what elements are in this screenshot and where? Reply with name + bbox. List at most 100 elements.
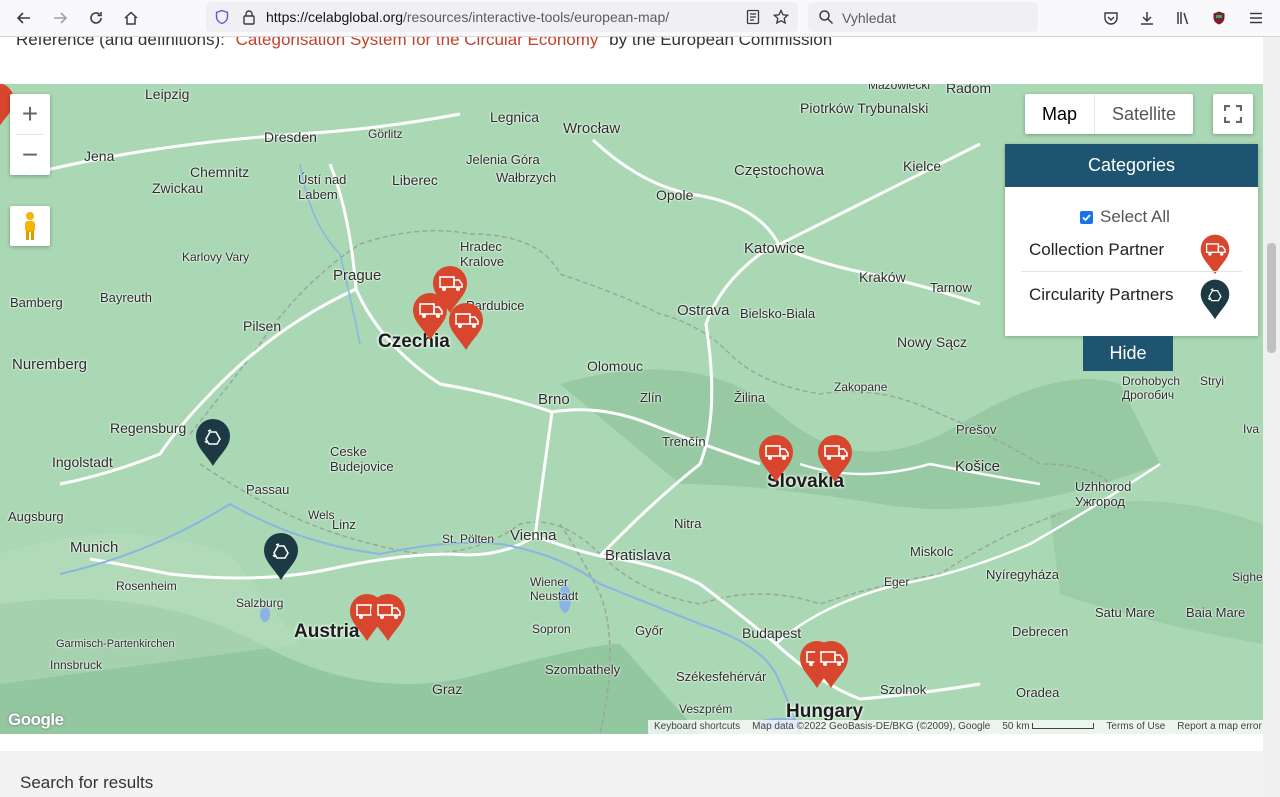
reference-link[interactable]: "Categorisation System for the Circular … [230, 37, 605, 49]
city-label: Hradec Kralove [460, 239, 505, 269]
recycle-icon[interactable] [1199, 278, 1231, 320]
search-bar[interactable]: Vyhledat [808, 2, 1038, 32]
city-label: Opole [656, 187, 694, 203]
city-label: Sopron [532, 622, 571, 636]
city-label: Bamberg [10, 295, 63, 310]
tracking-shield-icon[interactable] [214, 9, 230, 25]
lock-icon[interactable] [242, 9, 256, 25]
map-type-map-button[interactable]: Map [1025, 94, 1096, 134]
menu-icon[interactable] [1244, 6, 1268, 30]
city-label: Uzhhorod Ужгород [1075, 479, 1132, 509]
checkbox-checked-icon[interactable] [1080, 210, 1093, 224]
city-label: Brno [538, 391, 570, 408]
map-canvas[interactable]: Leipzig Dresden Görlitz Legnica Wrocław … [0, 84, 1263, 734]
city-label: Tarnow [930, 280, 972, 295]
forward-arrow-icon[interactable] [48, 6, 72, 30]
bookmark-star-icon[interactable] [773, 9, 789, 25]
city-label: Szolnok [880, 682, 927, 697]
city-label: Stryi [1200, 374, 1224, 388]
category-circularity-partners[interactable]: Circularity Partners [1029, 285, 1174, 305]
city-label: Miskolc [910, 544, 954, 559]
zoom-control: + − [10, 94, 50, 175]
select-all-label: Select All [1100, 207, 1170, 226]
extension-shield-icon[interactable] [1207, 6, 1231, 30]
city-label: Chemnitz [190, 164, 250, 180]
city-label: Budapest [742, 625, 802, 641]
select-all-checkbox[interactable]: Select All [1080, 207, 1170, 227]
reference-prefix: Reference (and definitions): [16, 37, 230, 49]
collection-partner-marker[interactable] [411, 291, 449, 341]
terms-of-use-link[interactable]: Terms of Use [1106, 720, 1165, 734]
city-label: Passau [246, 482, 290, 497]
city-label: Ceske Budejovice [330, 444, 394, 474]
city-label: Győr [635, 623, 664, 638]
city-label: Leipzig [145, 86, 190, 102]
scrollbar-thumb[interactable] [1267, 243, 1276, 353]
city-label: Częstochowa [734, 162, 825, 179]
circularity-partner-marker[interactable] [194, 417, 232, 467]
home-icon[interactable] [119, 6, 143, 30]
city-label: Žilina [734, 390, 766, 405]
reload-icon[interactable] [84, 6, 108, 30]
city-label: Katowice [744, 240, 805, 257]
city-label: Linz [332, 517, 356, 532]
url-bar[interactable]: https://celabglobal.org/resources/intera… [206, 2, 798, 32]
city-label: Zwickau [152, 180, 204, 196]
search-icon [819, 10, 834, 25]
city-label: Prešov [956, 422, 997, 437]
city-label: Ústí nad Labem [298, 172, 347, 202]
city-label: Veszprém [679, 702, 733, 716]
fullscreen-icon[interactable] [1213, 94, 1253, 134]
collection-partner-marker[interactable] [812, 639, 850, 689]
city-label: Nowy Sącz [897, 334, 968, 350]
hide-categories-button[interactable]: Hide [1083, 336, 1173, 371]
city-label: Košice [955, 458, 1001, 475]
keyboard-shortcuts-link[interactable]: Keyboard shortcuts [654, 720, 740, 734]
collection-partner-marker[interactable] [369, 592, 407, 642]
search-results-section: Search for results [0, 751, 1263, 797]
page-scrollbar[interactable] [1263, 37, 1280, 797]
city-label: Liberec [392, 172, 438, 188]
zoom-in-button[interactable]: + [10, 94, 50, 134]
city-label: Bratislava [605, 547, 671, 564]
city-label: Sighetu [1232, 570, 1263, 584]
reader-view-icon[interactable] [745, 9, 761, 25]
city-label: Munich [70, 539, 119, 556]
collection-partner-marker[interactable] [816, 433, 854, 483]
back-arrow-icon[interactable] [12, 6, 36, 30]
reference-suffix: by the European Commission [604, 37, 833, 49]
map-type-satellite-button[interactable]: Satellite [1095, 94, 1193, 134]
zoom-out-button[interactable]: − [10, 135, 50, 175]
scale-label: 50 km [1002, 721, 1030, 732]
city-label: Kielce [903, 158, 942, 174]
city-label: Eger [884, 575, 910, 589]
city-label: Zakopane [834, 380, 888, 394]
city-label: Olomouc [587, 358, 644, 374]
city-label: Bielsko-Biala [740, 306, 816, 321]
scale-bar[interactable]: 50 km [1002, 720, 1095, 734]
map-type-control: Map Satellite [1025, 94, 1194, 134]
downloads-icon[interactable] [1135, 6, 1159, 30]
city-label: Wałbrzych [496, 170, 557, 185]
city-label: Ostrava [677, 302, 730, 319]
page-content: Reference (and definitions): "Categorisa… [0, 37, 1263, 797]
city-label: Trenčín [662, 434, 706, 449]
reference-line: Reference (and definitions): "Categorisa… [16, 37, 832, 50]
collection-partner-marker[interactable] [757, 433, 795, 483]
truck-icon[interactable] [1199, 233, 1231, 275]
categories-panel: Categories Select All Collection Partner… [1005, 144, 1258, 336]
city-label: Pilsen [243, 318, 282, 334]
category-collection-partner[interactable]: Collection Partner [1029, 240, 1164, 260]
city-label: Wrocław [563, 120, 621, 137]
circularity-partner-marker[interactable] [262, 531, 300, 581]
street-view-pegman-icon[interactable] [10, 206, 50, 246]
url-text[interactable]: https://celabglobal.org/resources/intera… [266, 9, 669, 25]
collection-partner-marker[interactable] [447, 301, 485, 351]
city-label: Debrecen [1012, 624, 1069, 639]
browser-toolbar: https://celabglobal.org/resources/intera… [0, 0, 1280, 37]
pocket-icon[interactable] [1099, 6, 1123, 30]
categories-title: Categories [1005, 144, 1258, 187]
report-map-error-link[interactable]: Report a map error [1177, 720, 1261, 734]
library-icon[interactable] [1171, 6, 1195, 30]
city-label: Drohobych Дрогобич [1122, 374, 1181, 402]
